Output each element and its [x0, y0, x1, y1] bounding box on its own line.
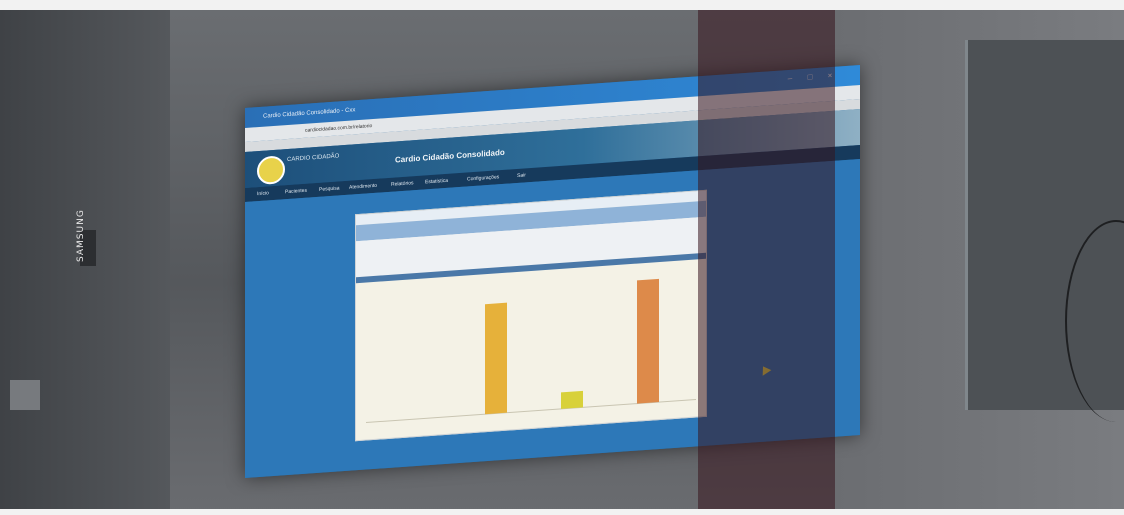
menu-item[interactable]: Relatórios: [391, 178, 414, 190]
scan-edge-top: [0, 0, 1124, 10]
menu-item[interactable]: Sair: [517, 170, 526, 181]
monitor-brand-label: SAMSUNG: [76, 209, 86, 262]
chart-bar: [561, 390, 583, 409]
menu-item[interactable]: Configurações: [467, 172, 499, 184]
site-logo-icon: [257, 155, 285, 186]
chart-bar: [485, 302, 507, 415]
scan-edge-bottom: [0, 509, 1124, 515]
menu-item[interactable]: Estatística: [425, 176, 448, 188]
photo-background: SAMSUNG Cardio Cidadão Consolidado - Cxx…: [0, 0, 1124, 515]
site-logo-text: CARDIO CIDADÃO: [287, 153, 340, 164]
menu-item[interactable]: Atendimento: [349, 181, 377, 193]
wall-socket: [10, 380, 40, 410]
menu-item[interactable]: Pesquisa: [319, 183, 340, 194]
menu-item[interactable]: Pacientes: [285, 186, 307, 198]
menu-item[interactable]: Início: [257, 188, 269, 199]
site-title: Cardio Cidadão Consolidado: [395, 147, 505, 165]
chart-bar: [637, 278, 659, 404]
report-panel: [355, 189, 707, 442]
bar-chart: [366, 278, 696, 424]
dark-reflection-overlay: [698, 10, 835, 509]
